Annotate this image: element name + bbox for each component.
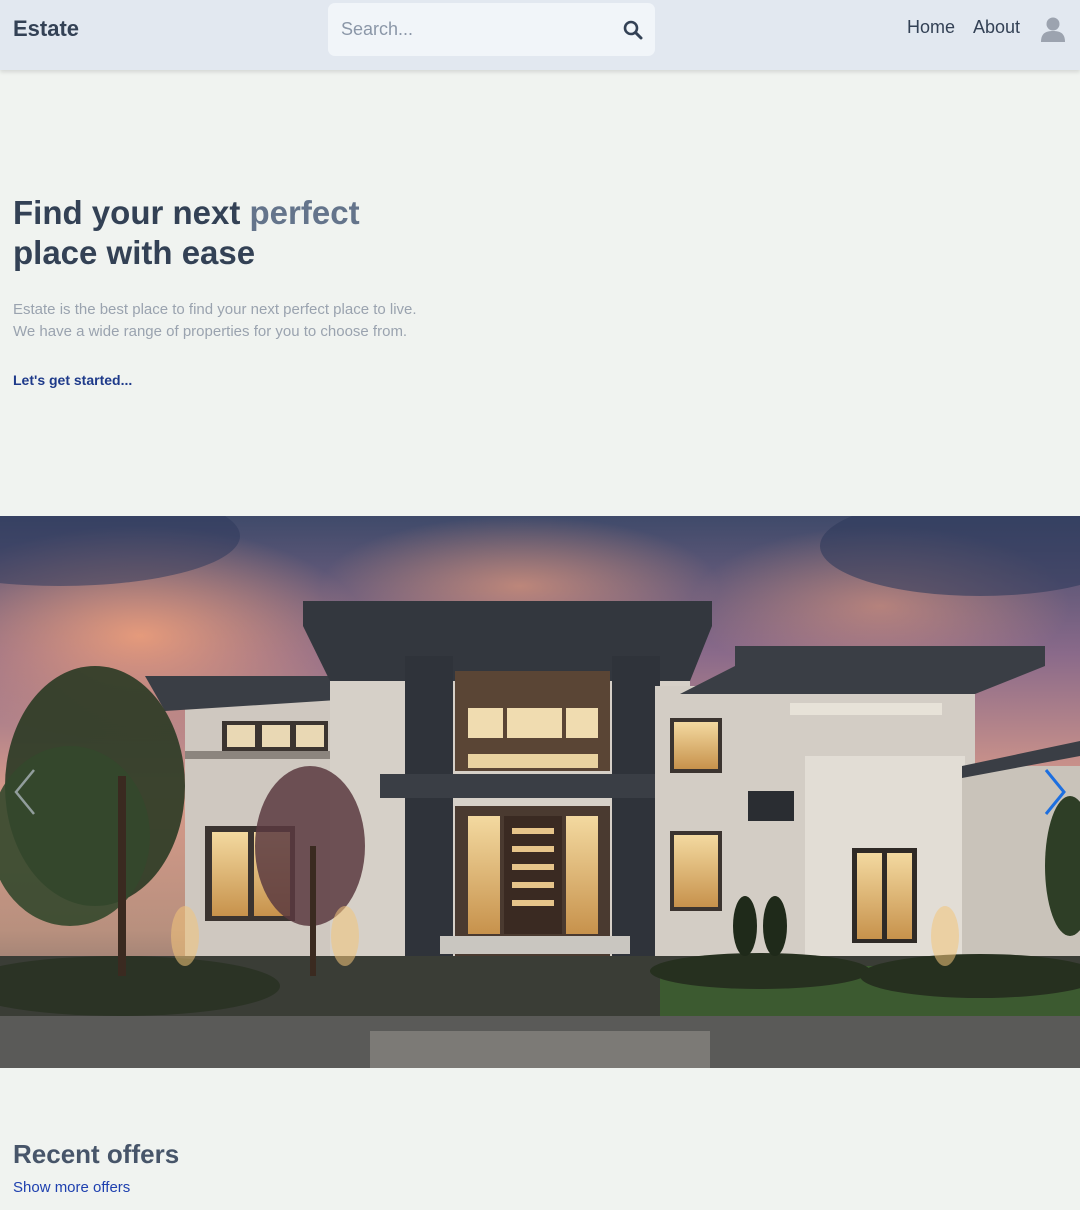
search-form [328,3,655,56]
user-avatar-icon[interactable] [1039,14,1067,44]
nav-about-link[interactable]: About [973,17,1020,38]
search-icon[interactable] [622,19,644,41]
hero-description: Estate is the best place to find your ne… [13,299,533,343]
recent-offers-title: Recent offers [13,1139,180,1169]
search-input[interactable] [328,3,608,56]
hero-title: Find your next perfect place with ease [13,193,533,273]
hero-title-part2: place with ease [13,234,256,271]
hero-title-accent: perfect [249,194,360,231]
hero-description-line2: We have a wide range of properties for y… [13,323,408,340]
header: Estate Home About [0,0,1080,70]
hero-title-part1: Find your next [13,194,250,231]
modern-house-image [0,516,1080,1068]
get-started-link[interactable]: Let's get started... [13,372,132,388]
slider-prev-icon[interactable] [8,764,42,820]
show-more-offers-link[interactable]: Show more offers [13,1179,130,1196]
nav-home-link[interactable]: Home [907,17,955,38]
hero-description-line1: Estate is the best place to find your ne… [13,301,417,318]
image-slider [0,516,1080,1068]
logo[interactable]: Estate [13,16,79,42]
slider-next-icon[interactable] [1038,764,1072,820]
